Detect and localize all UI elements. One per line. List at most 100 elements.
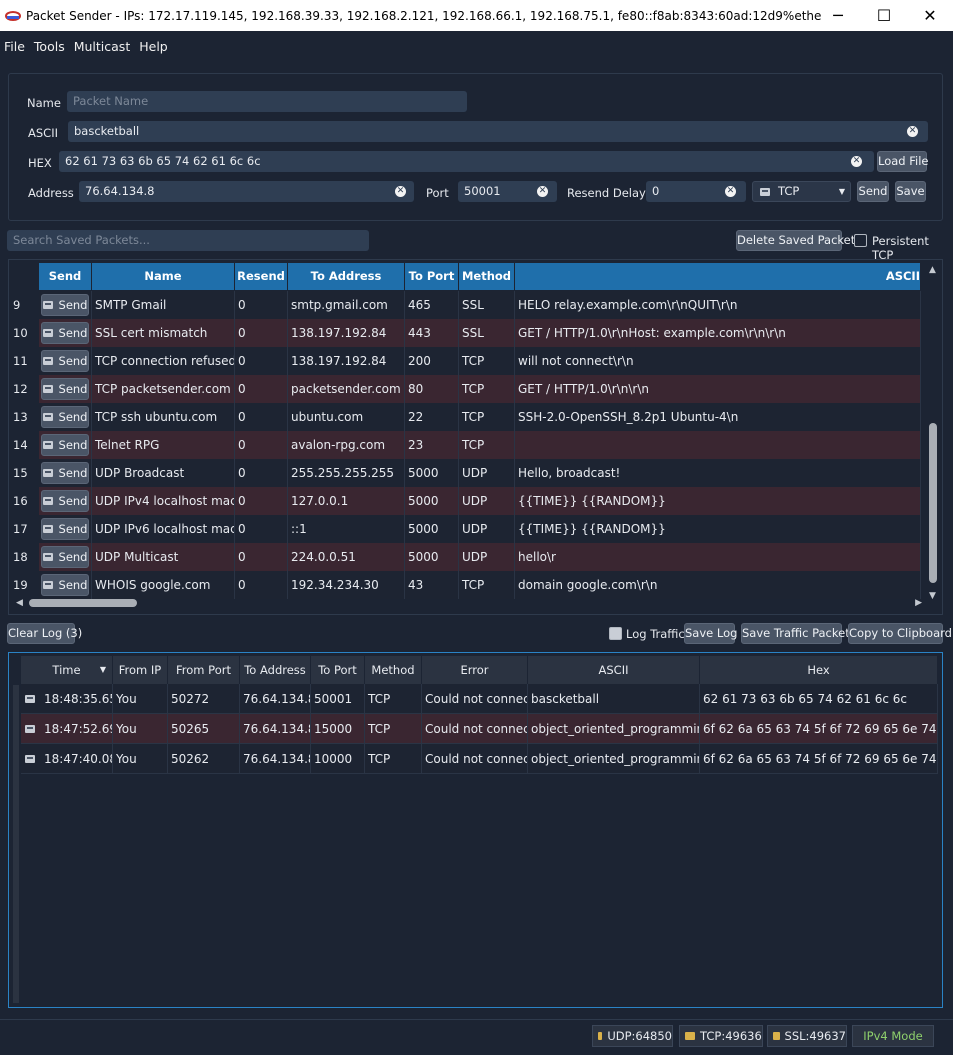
scroll-left-icon[interactable]: ◀ [16,598,23,608]
clear-resend-icon[interactable]: ✕ [725,186,736,197]
col-error[interactable]: Error [422,656,528,684]
scroll-down-icon[interactable]: ▼ [929,591,936,601]
table-row[interactable]: 19 Send WHOIS google.com 0 192.34.234.30 43 TC… [13,571,921,599]
row-number: 12 [13,382,28,396]
hex-input[interactable]: 62 61 73 63 6b 65 74 62 61 6c 6c [59,151,874,172]
persistent-tcp-checkbox[interactable] [854,234,867,247]
table-row[interactable]: 18:47:52.696You5026576.64.134.815000TCPC… [21,714,938,744]
col-name[interactable]: Name [92,263,235,290]
row-send-button[interactable]: Send [41,546,89,568]
send-label: Send [58,354,88,368]
table-row[interactable]: 17 Send UDP IPv6 localhost macro 0::1 5000 UD… [13,515,921,543]
address-input[interactable]: 76.64.134.8 [79,181,414,202]
clear-ascii-icon[interactable]: ✕ [907,126,918,137]
send-cell: Send [39,459,92,487]
scrollbar-thumb[interactable] [929,423,937,583]
clear-address-icon[interactable]: ✕ [395,186,406,197]
row-number: 19 [13,578,28,592]
col-from-port[interactable]: From Port [168,656,240,684]
ascii-label: ASCII [28,126,58,140]
row-send-button[interactable]: Send [41,462,89,484]
table-row[interactable]: 18:47:40.080You5026276.64.134.810000TCPC… [21,744,938,774]
method-select[interactable]: TCP ▼ [752,181,851,202]
log-traffic-checkbox[interactable] [609,627,622,640]
table-row[interactable]: 18 Send UDP Multicast 0 224.0.0.51 5000 UDP hel… [13,543,921,571]
send-cell: Send [39,487,92,515]
table-row[interactable]: 15 Send UDP Broadcast 0 255.255.255.255 5000 U… [13,459,921,487]
ascii-cell: will not connect\r\n [515,347,921,375]
to-address-cell: 192.34.234.30 [288,571,405,599]
menu-file[interactable]: File [4,39,25,54]
row-send-button[interactable]: Send [41,574,89,596]
resend-cell: 0 [235,347,288,375]
scroll-up-icon[interactable]: ▲ [929,265,936,275]
col-from-ip[interactable]: From IP [113,656,168,684]
col-time[interactable]: Time ▼ [21,656,113,684]
packet-name-input[interactable]: Packet Name [67,91,467,112]
row-send-button[interactable]: Send [41,490,89,512]
maximize-button[interactable]: ☐ [861,0,907,31]
col-ascii[interactable]: ASCII [515,263,921,290]
save-log-button[interactable]: Save Log [684,623,737,644]
to-address-cell: smtp.gmail.com [288,291,405,319]
clear-hex-icon[interactable]: ✕ [851,156,862,167]
col-ascii[interactable]: ASCII [528,656,700,684]
ipv4-mode-badge[interactable]: IPv4 Mode [852,1025,934,1047]
row-send-button[interactable]: Send [41,434,89,456]
ascii-input[interactable]: bascketball [68,121,928,142]
close-button[interactable]: ✕ [907,0,953,31]
save-button[interactable]: Save [895,181,926,202]
log-traffic-label: Log Traffic [626,627,685,641]
row-send-button[interactable]: Send [41,518,89,540]
tcp-port-text: TCP:49636 [700,1029,762,1043]
col-to-port[interactable]: To Port [311,656,365,684]
col-method[interactable]: Method [459,263,515,290]
col-hex[interactable]: Hex [700,656,938,684]
time-text: 18:48:35.650 [44,692,112,706]
clear-port-icon[interactable]: ✕ [537,186,548,197]
col-resend[interactable]: Resend [235,263,288,290]
menu-tools[interactable]: Tools [34,39,65,54]
time-cell: 18:48:35.650 [21,684,113,714]
col-to-port[interactable]: To Port [405,263,459,290]
address-label: Address [28,186,74,200]
table-row[interactable]: 13 Send TCP ssh ubuntu.com 0 ubuntu.com 22 TCP… [13,403,921,431]
menu-multicast[interactable]: Multicast [74,39,131,54]
row-send-button[interactable]: Send [41,378,89,400]
table-row[interactable]: 11 Send TCP connection refused 0 138.197.192… [13,347,921,375]
row-send-button[interactable]: Send [41,322,89,344]
row-send-button[interactable]: Send [41,294,89,316]
table-row[interactable]: 18:48:35.650You5027276.64.134.850001TCPC… [21,684,938,714]
packets-vertical-scrollbar[interactable]: ▲ ▼ [928,265,938,601]
resend-cell: 0 [235,459,288,487]
minimize-button[interactable]: ─ [815,0,861,31]
row-send-button[interactable]: Send [41,350,89,372]
load-file-button[interactable]: Load File [877,151,929,172]
scrollbar-thumb[interactable] [29,599,137,607]
save-traffic-packet-button[interactable]: Save Traffic Packet [741,623,850,644]
col-send[interactable]: Send [39,263,92,290]
menu-help[interactable]: Help [139,39,168,54]
copy-to-clipboard-button[interactable]: Copy to Clipboard [848,623,952,644]
to-port-cell: 43 [405,571,459,599]
ssl-status: SSL:49637 [767,1025,847,1047]
table-row[interactable]: 9 Send SMTP Gmail 0 smtp.gmail.com 465 SSL HELO… [13,291,921,319]
packets-horizontal-scrollbar[interactable]: ◀ ▶ [16,598,922,608]
scroll-right-icon[interactable]: ▶ [915,598,922,608]
send-label: Send [58,410,88,424]
col-method[interactable]: Method [365,656,422,684]
log-vertical-scrollbar[interactable] [13,685,19,1003]
error-cell: Could not connect [422,684,528,714]
table-row[interactable]: 16 Send UDP IPv4 localhost macro 0 127.0.0.1… [13,487,921,515]
table-row[interactable]: 10 Send SSL cert mismatch 0 138.197.192.84 44… [13,319,921,347]
send-button[interactable]: Send [857,181,889,202]
to-port-cell: 465 [405,291,459,319]
col-to-address[interactable]: To Address [288,263,405,290]
table-row[interactable]: 14 Send Telnet RPG 0 avalon-rpg.com 23 TCP [13,431,921,459]
search-saved-packets-input[interactable]: Search Saved Packets... [7,230,369,251]
table-row[interactable]: 12 Send TCP packetsender.com 0 packetsender.… [13,375,921,403]
row-send-button[interactable]: Send [41,406,89,428]
delete-saved-packet-button[interactable]: Delete Saved Packet [736,230,855,251]
col-to-address[interactable]: To Address [240,656,311,684]
clear-log-button[interactable]: Clear Log (3) [7,623,82,644]
